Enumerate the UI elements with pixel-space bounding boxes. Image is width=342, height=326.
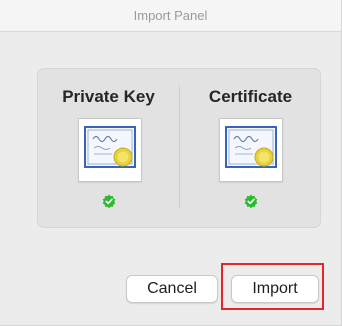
certificate-icon xyxy=(84,126,136,168)
private-key-column: Private Key xyxy=(38,69,179,227)
window-title: Import Panel xyxy=(133,8,208,23)
certificate-check-icon xyxy=(244,194,258,208)
certificate-icon xyxy=(225,126,277,168)
import-items-group: Private Key Certificate xyxy=(37,68,321,228)
cancel-button[interactable]: Cancel xyxy=(126,275,218,303)
certificate-title: Certificate xyxy=(208,87,293,106)
private-key-check-icon xyxy=(102,194,116,208)
certificate-drop-well[interactable] xyxy=(219,118,283,182)
import-button[interactable]: Import xyxy=(231,275,319,303)
private-key-drop-well[interactable] xyxy=(78,118,142,182)
title-bar[interactable]: Import Panel xyxy=(0,0,341,32)
private-key-title: Private Key xyxy=(62,87,155,106)
certificate-column: Certificate xyxy=(180,69,321,227)
import-panel-window: Import Panel Private Key Certificate Can… xyxy=(0,0,342,326)
